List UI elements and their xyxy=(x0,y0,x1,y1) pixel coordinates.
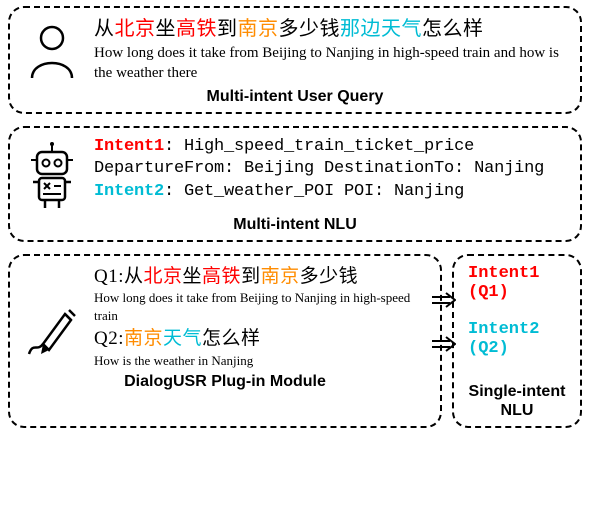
t: 北京 xyxy=(144,266,183,287)
pen-icon xyxy=(24,264,80,364)
t: 从 xyxy=(124,266,144,287)
slots-line: DepartureFrom: Beijing DestinationTo: Na… xyxy=(94,158,566,181)
t: 南京 xyxy=(124,328,163,349)
arrow-icon xyxy=(432,292,456,308)
text: 到 xyxy=(217,18,238,40)
text-hsr: 高铁 xyxy=(176,18,217,40)
panel2-content: Intent1: High_speed_train_ticket_price D… xyxy=(94,136,566,205)
panel3-left-caption: DialogUSR Plug-in Module xyxy=(24,373,426,391)
arrow-stack xyxy=(432,292,456,352)
bottom-row: Q1:从北京坐高铁到南京多少钱 How long does it take fr… xyxy=(8,254,582,428)
text: 坐 xyxy=(156,18,177,40)
q1-english: How long does it take from Beijing to Na… xyxy=(94,289,426,324)
panel2-caption: Multi-intent NLU xyxy=(24,216,566,234)
right-intent2: Intent2 (Q2) xyxy=(468,320,566,358)
q1-chinese: Q1:从北京坐高铁到南京多少钱 xyxy=(94,264,426,290)
text: 从 xyxy=(94,18,115,40)
panel1-caption: Multi-intent User Query xyxy=(24,88,566,106)
query-chinese: 从北京坐高铁到南京多少钱那边天气怎么样 xyxy=(94,16,566,43)
t: 南京 xyxy=(261,266,300,287)
intent2-line: Intent2: Get_weather_POI POI: Nanjing xyxy=(94,181,566,204)
panel1-content: 从北京坐高铁到南京多少钱那边天气怎么样 How long does it tak… xyxy=(94,16,566,84)
intent2-value: : Get_weather_POI POI: Nanjing xyxy=(164,182,464,201)
text-beijing: 北京 xyxy=(115,18,156,40)
q2-english: How is the weather in Nanjing xyxy=(94,352,426,370)
t: 坐 xyxy=(183,266,203,287)
right-intent1: Intent1 (Q1) xyxy=(468,264,566,302)
panel3-row: Q1:从北京坐高铁到南京多少钱 How long does it take fr… xyxy=(24,264,426,370)
query-english: How long does it take from Beijing to Na… xyxy=(94,43,566,84)
intent1-value: : High_speed_train_ticket_price xyxy=(164,137,474,156)
caption-line2: NLU xyxy=(501,402,534,419)
panel3-right-caption: Single-intent NLU xyxy=(469,382,566,420)
t: 怎么样 xyxy=(202,328,261,349)
panel-single-intent-nlu: Intent1 (Q1) Intent2 (Q2) Single-intent … xyxy=(452,254,582,428)
text: 怎么样 xyxy=(422,18,484,40)
t: 天气 xyxy=(163,328,202,349)
caption-line1: Single-intent xyxy=(469,383,566,400)
intent1-label: Intent1 xyxy=(94,137,164,156)
panel-dialogusr: Q1:从北京坐高铁到南京多少钱 How long does it take fr… xyxy=(8,254,442,428)
arrow-icon xyxy=(432,336,456,352)
panel1-row: 从北京坐高铁到南京多少钱那边天气怎么样 How long does it tak… xyxy=(24,16,566,84)
robot-icon xyxy=(24,136,80,212)
t: 到 xyxy=(241,266,261,287)
q1-prefix: Q1: xyxy=(94,266,124,287)
panel-user-query: 从北京坐高铁到南京多少钱那边天气怎么样 How long does it tak… xyxy=(8,6,582,114)
q2-chinese: Q2:南京天气怎么样 xyxy=(94,326,426,352)
panel2-row: Intent1: High_speed_train_ticket_price D… xyxy=(24,136,566,212)
t: 高铁 xyxy=(202,266,241,287)
text-weather: 那边天气 xyxy=(340,18,422,40)
panel3-content: Q1:从北京坐高铁到南京多少钱 How long does it take fr… xyxy=(94,264,426,370)
t: 多少钱 xyxy=(300,266,359,287)
text-nanjing: 南京 xyxy=(238,18,279,40)
user-icon xyxy=(24,16,80,82)
panel-multi-intent-nlu: Intent1: High_speed_train_ticket_price D… xyxy=(8,126,582,242)
intent1-line: Intent1: High_speed_train_ticket_price xyxy=(94,136,566,159)
intent2-label: Intent2 xyxy=(94,182,164,201)
text: 多少钱 xyxy=(279,18,341,40)
q2-prefix: Q2: xyxy=(94,328,124,349)
